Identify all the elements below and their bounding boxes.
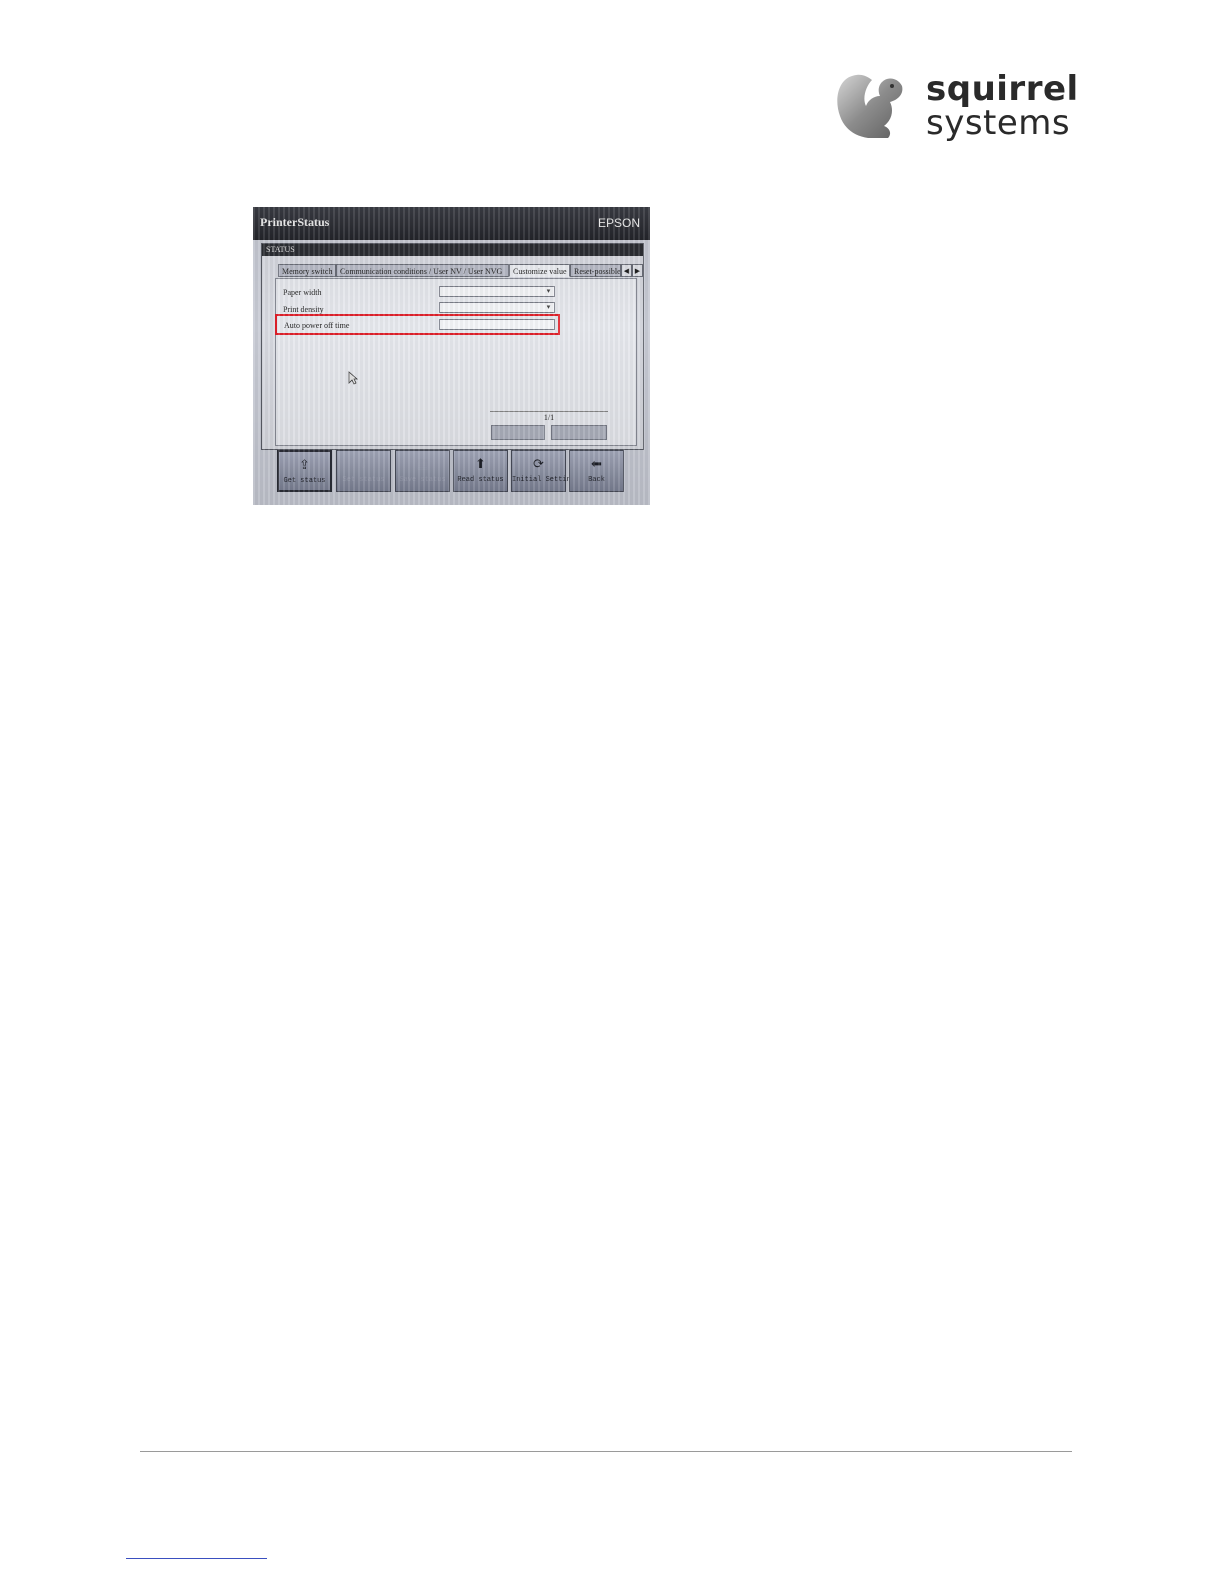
read-status-button[interactable]: ⬆ Read status — [453, 450, 508, 492]
download-icon: ⇩ — [358, 456, 369, 471]
squirrel-systems-logo: squirrel systems — [832, 68, 1078, 144]
tab-reset-possible[interactable]: Reset-possible — [570, 264, 621, 277]
tab-customize-value[interactable]: Customize value — [509, 264, 570, 277]
brand-label: EPSON — [597, 216, 640, 230]
tab-scroll-right-icon[interactable]: ▶ — [632, 264, 643, 277]
chevron-down-icon: ▾ — [546, 303, 551, 311]
print-density-label: Print density — [283, 305, 324, 314]
bottom-toolbar: ⇪ Get status ⇩ Set status ▤ Save status … — [275, 450, 627, 494]
tab-memory-switch[interactable]: Memory switch — [278, 264, 336, 277]
next-page-button[interactable] — [551, 425, 607, 440]
upload-icon: ⇪ — [299, 457, 310, 472]
mouse-pointer-icon — [348, 371, 358, 385]
print-density-select[interactable]: ▾ — [439, 302, 555, 313]
save-icon: ▤ — [416, 456, 429, 471]
set-status-button[interactable]: ⇩ Set status — [336, 450, 391, 492]
initial-settings-button[interactable]: ⟳ Initial Settings — [511, 450, 579, 492]
window-title-bar: PrinterStatus EPSON — [253, 207, 650, 240]
footer-divider — [140, 1451, 1072, 1452]
read-icon: ⬆ — [475, 456, 486, 471]
logo-wordmark-line2: systems — [926, 103, 1071, 143]
window-title: PrinterStatus — [260, 215, 330, 229]
logo-wordmark-line1: squirrel — [926, 69, 1079, 109]
status-header: STATUS — [262, 244, 643, 256]
paper-width-select[interactable]: ▾ — [439, 286, 555, 297]
settings-icon: ⟳ — [533, 456, 544, 471]
squirrel-logo-icon — [837, 74, 903, 138]
chevron-down-icon: ▾ — [546, 287, 551, 295]
get-status-button[interactable]: ⇪ Get status — [277, 450, 332, 492]
page-indicator: 1/1 — [490, 411, 608, 422]
paper-width-label: Paper width — [283, 288, 322, 297]
save-status-button[interactable]: ▤ Save status — [395, 450, 450, 492]
tab-communication-conditions[interactable]: Communication conditions / User NV / Use… — [336, 264, 509, 277]
footer-link-underline[interactable] — [126, 1558, 267, 1559]
highlight-box — [275, 314, 560, 335]
tab-scroll-left-icon[interactable]: ◀ — [621, 264, 632, 277]
back-button[interactable]: ⬅ Back — [569, 450, 624, 492]
printer-screen-photo: PrinterStatus EPSON STATUS Memory switch… — [253, 207, 650, 505]
prev-page-button[interactable] — [491, 425, 545, 440]
back-arrow-icon: ⬅ — [591, 456, 602, 471]
